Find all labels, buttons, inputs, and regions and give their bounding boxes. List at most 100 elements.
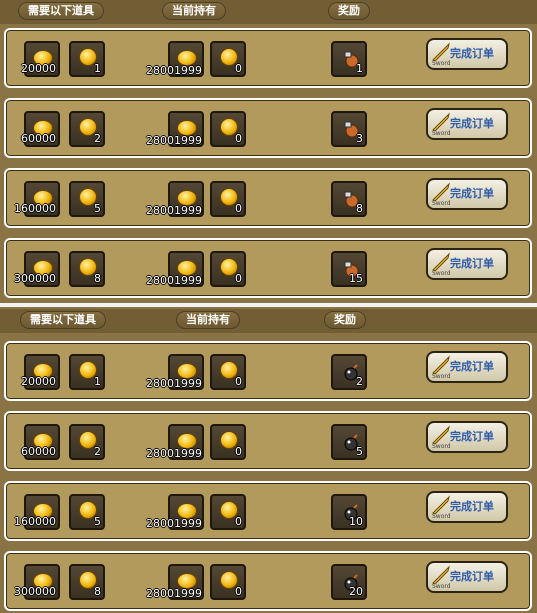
reward-slot: 5 (331, 424, 367, 460)
header-reward: 奖励 (324, 311, 366, 329)
held-token-qty: 0 (235, 272, 242, 285)
required-token-qty: 2 (94, 132, 101, 145)
header-reward: 奖励 (328, 2, 370, 20)
complete-order-label: 完成订单 (450, 500, 494, 513)
required-coin-qty: 300000 (14, 272, 56, 285)
required-coin-qty: 20000 (21, 375, 56, 388)
complete-order-label: 完成订单 (450, 360, 494, 373)
required-coin-qty: 160000 (14, 202, 56, 215)
required-token-slot: 1 (69, 41, 105, 77)
complete-order-button[interactable]: 完成订单 Sword (426, 421, 508, 453)
complete-order-button[interactable]: 完成订单 Sword (426, 561, 508, 593)
complete-order-label: 完成订单 (450, 430, 494, 443)
required-token-slot: 8 (69, 564, 105, 600)
complete-order-label: 完成订单 (450, 47, 494, 60)
header-bar: 需要以下道具 当前持有 奖励 (0, 309, 537, 333)
required-coin-qty: 60000 (21, 445, 56, 458)
required-token-qty: 5 (94, 515, 101, 528)
reward-slot: 3 (331, 111, 367, 147)
reward-qty: 1 (356, 62, 363, 75)
order-row: 160000 5 28001999 0 8 完成订单 Sword (4, 168, 532, 228)
complete-order-label: 完成订单 (450, 117, 494, 130)
reward-slot: 15 (331, 251, 367, 287)
sword-sublabel: Sword (432, 270, 451, 277)
header-required: 需要以下道具 (18, 2, 104, 20)
complete-order-button[interactable]: 完成订单 Sword (426, 178, 508, 210)
reward-qty: 20 (349, 585, 363, 598)
held-token-qty: 0 (235, 62, 242, 75)
header-bar: 需要以下道具 当前持有 奖励 (0, 0, 537, 24)
required-coin-slot: 160000 (14, 494, 60, 530)
reward-slot: 2 (331, 354, 367, 390)
held-token-slot: 0 (210, 424, 246, 460)
complete-order-label: 完成订单 (450, 257, 494, 270)
required-token-qty: 8 (94, 585, 101, 598)
required-coin-slot: 60000 (21, 424, 60, 460)
required-token-slot: 5 (69, 494, 105, 530)
sword-sublabel: Sword (432, 60, 451, 67)
held-token-qty: 0 (235, 375, 242, 388)
complete-order-button[interactable]: 完成订单 Sword (426, 38, 508, 70)
header-held: 当前持有 (176, 311, 240, 329)
held-token-qty: 0 (235, 445, 242, 458)
reward-qty: 8 (356, 202, 363, 215)
reward-qty: 5 (356, 445, 363, 458)
required-coin-slot: 160000 (14, 181, 60, 217)
sword-sublabel: Sword (432, 513, 451, 520)
sword-sublabel: Sword (432, 130, 451, 137)
sword-sublabel: Sword (432, 443, 451, 450)
reward-qty: 15 (349, 272, 363, 285)
reward-slot: 10 (331, 494, 367, 530)
complete-order-button[interactable]: 完成订单 Sword (426, 248, 508, 280)
complete-order-button[interactable]: 完成订单 Sword (426, 491, 508, 523)
order-row: 20000 1 28001999 0 1 完成订单 Sword (4, 28, 532, 88)
order-panel-bottom: 需要以下道具 当前持有 奖励 20000 1 28001999 0 2 完成订单… (0, 307, 537, 613)
required-token-qty: 1 (94, 375, 101, 388)
reward-qty: 10 (349, 515, 363, 528)
complete-order-label: 完成订单 (450, 570, 494, 583)
held-coin-qty: 28001999 (146, 377, 202, 390)
held-token-qty: 0 (235, 515, 242, 528)
held-coin-qty: 28001999 (146, 134, 202, 147)
held-token-slot: 0 (210, 181, 246, 217)
complete-order-button[interactable]: 完成订单 Sword (426, 351, 508, 383)
sword-sublabel: Sword (432, 373, 451, 380)
order-row: 160000 5 28001999 0 10 完成订单 Sword (4, 481, 532, 541)
required-coin-qty: 300000 (14, 585, 56, 598)
header-held: 当前持有 (162, 2, 226, 20)
held-coin-qty: 28001999 (146, 447, 202, 460)
order-row: 300000 8 28001999 0 20 完成订单 Sword (4, 551, 532, 611)
required-token-slot: 5 (69, 181, 105, 217)
held-token-slot: 0 (210, 564, 246, 600)
held-token-slot: 0 (210, 111, 246, 147)
held-token-qty: 0 (235, 202, 242, 215)
reward-qty: 3 (356, 132, 363, 145)
required-token-slot: 2 (69, 111, 105, 147)
required-token-slot: 1 (69, 354, 105, 390)
required-coin-slot: 60000 (21, 111, 60, 147)
required-token-slot: 2 (69, 424, 105, 460)
held-token-slot: 0 (210, 494, 246, 530)
reward-slot: 8 (331, 181, 367, 217)
required-token-qty: 5 (94, 202, 101, 215)
held-coin-qty: 28001999 (146, 587, 202, 600)
required-coin-slot: 20000 (21, 354, 60, 390)
required-coin-qty: 160000 (14, 515, 56, 528)
required-token-qty: 1 (94, 62, 101, 75)
required-token-slot: 8 (69, 251, 105, 287)
order-panel-top: 需要以下道具 当前持有 奖励 20000 1 28001999 0 1 完成订单… (0, 0, 537, 306)
held-token-qty: 0 (235, 585, 242, 598)
held-coin-qty: 28001999 (146, 64, 202, 77)
sword-sublabel: Sword (432, 200, 451, 207)
required-coin-slot: 20000 (21, 41, 60, 77)
complete-order-button[interactable]: 完成订单 Sword (426, 108, 508, 140)
order-row: 60000 2 28001999 0 3 完成订单 Sword (4, 98, 532, 158)
reward-qty: 2 (356, 375, 363, 388)
held-coin-qty: 28001999 (146, 274, 202, 287)
held-token-slot: 0 (210, 41, 246, 77)
held-token-qty: 0 (235, 132, 242, 145)
reward-slot: 1 (331, 41, 367, 77)
required-coin-slot: 300000 (14, 564, 60, 600)
header-required: 需要以下道具 (20, 311, 106, 329)
required-token-qty: 8 (94, 272, 101, 285)
